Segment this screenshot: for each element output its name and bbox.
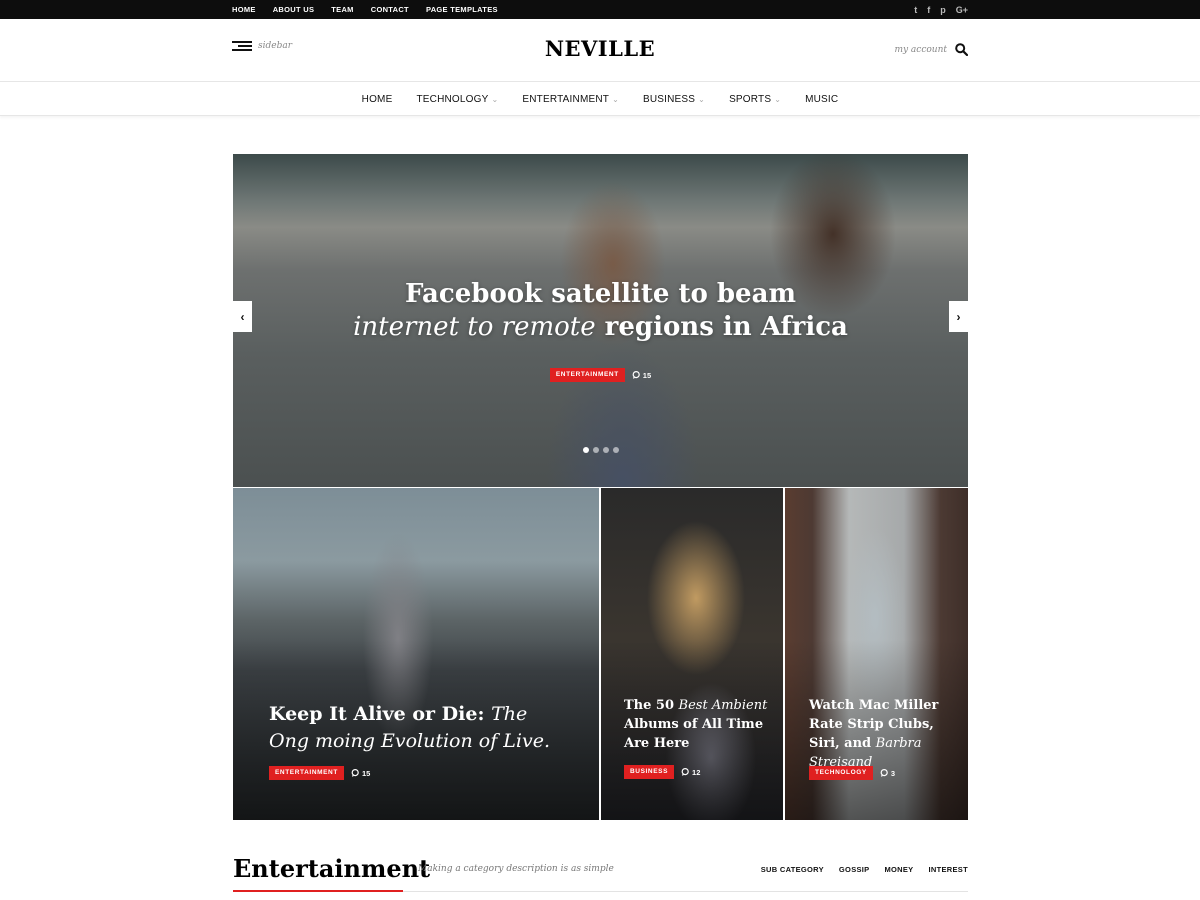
nav-business-label: BUSINESS	[642, 93, 696, 105]
chevron-right-icon: ›	[956, 309, 961, 324]
chevron-down-icon: ⌄	[774, 94, 782, 104]
chevron-down-icon: ⌄	[612, 94, 619, 104]
nav-business[interactable]: BUSINESS ⌄	[643, 94, 705, 105]
card-title[interactable]: The 50 Best Ambient Albums of All Time A…	[624, 696, 774, 753]
hero-title-line1: Facebook satellite to beam	[405, 279, 796, 309]
category-badge[interactable]: ENTERTAINMENT	[269, 766, 344, 780]
top-nav-home[interactable]: HOME	[232, 5, 256, 14]
featured-card[interactable]: The 50 Best Ambient Albums of All Time A…	[601, 488, 783, 820]
twitter-icon[interactable]: t	[914, 5, 917, 15]
nav-technology[interactable]: TECHNOLOGY ⌄	[416, 94, 498, 105]
comment-icon	[351, 769, 359, 777]
nav-technology-label: TECHNOLOGY	[416, 93, 489, 105]
google-plus-icon[interactable]: G+	[956, 5, 968, 15]
facebook-icon[interactable]: f	[927, 5, 930, 15]
featured-card[interactable]: Watch Mac Miller Rate Strip Clubs, Siri,…	[785, 488, 968, 820]
nav-music-label: MUSIC	[805, 93, 839, 105]
top-nav-page-templates[interactable]: PAGE TEMPLATES	[426, 5, 498, 14]
top-nav-contact[interactable]: CONTACT	[371, 5, 409, 14]
hero-title-italic: internet to remote	[353, 312, 596, 342]
category-badge[interactable]: BUSINESS	[624, 765, 675, 779]
subnav-sub-category[interactable]: SUB CATEGORY	[761, 865, 824, 874]
nav-music[interactable]: MUSIC	[805, 94, 838, 105]
nav-entertainment[interactable]: ENTERTAINMENT ⌄	[522, 94, 619, 105]
chevron-down-icon: ⌄	[698, 94, 706, 104]
comment-count[interactable]: 12	[681, 768, 700, 777]
section-subnav: SUB CATEGORY GOSSIP MONEY INTEREST	[746, 865, 968, 874]
card-title[interactable]: Watch Mac Miller Rate Strip Clubs, Siri,…	[809, 696, 959, 772]
nav-home-label: HOME	[361, 93, 393, 105]
card-meta: ENTERTAINMENT 15	[269, 766, 370, 780]
nav-entertainment-label: ENTERTAINMENT	[522, 93, 610, 105]
comment-icon	[632, 371, 640, 379]
top-bar: HOME ABOUT US TEAM CONTACT PAGE TEMPLATE…	[0, 0, 1200, 19]
subnav-money[interactable]: MONEY	[884, 865, 913, 874]
top-nav: HOME ABOUT US TEAM CONTACT PAGE TEMPLATE…	[232, 0, 515, 19]
slider-dot[interactable]	[592, 447, 599, 453]
slider-dots	[233, 447, 968, 453]
comment-icon	[681, 768, 689, 776]
comment-count[interactable]: 15	[351, 769, 370, 778]
card-meta: TECHNOLOGY 3	[809, 766, 895, 780]
top-nav-about-us[interactable]: ABOUT US	[273, 5, 315, 14]
social-links: t f p G+	[904, 0, 968, 19]
chevron-down-icon: ⌄	[491, 94, 499, 104]
section-header: Entertainment Making a category descript…	[233, 852, 968, 892]
comment-count[interactable]: 15	[632, 371, 651, 380]
main-nav: HOME TECHNOLOGY ⌄ ENTERTAINMENT ⌄ BUSINESS…	[0, 82, 1200, 116]
hero-slider[interactable]: Facebook satellite to beam internet to r…	[233, 154, 968, 487]
nav-sports[interactable]: SPORTS ⌄	[729, 94, 781, 105]
my-account-link[interactable]: my account	[894, 45, 947, 55]
category-badge[interactable]: TECHNOLOGY	[809, 766, 873, 780]
featured-card[interactable]: Keep It Alive or Die: The Ong moing Evol…	[233, 488, 599, 820]
category-badge[interactable]: ENTERTAINMENT	[549, 368, 625, 382]
slider-dot[interactable]	[582, 447, 589, 453]
next-slide-button[interactable]: ›	[949, 301, 968, 332]
comment-count[interactable]: 3	[880, 769, 895, 778]
top-nav-team[interactable]: TEAM	[331, 5, 353, 14]
site-header: sidebar NEVILLE my account	[0, 19, 1200, 82]
comment-icon	[880, 769, 888, 777]
slider-dot[interactable]	[602, 447, 609, 453]
hero-title-line2: regions in Africa	[595, 312, 848, 342]
card-title[interactable]: Keep It Alive or Die: The Ong moing Evol…	[269, 701, 569, 755]
section-title-underline	[233, 890, 403, 892]
prev-slide-button[interactable]: ‹	[233, 301, 252, 332]
section-title[interactable]: Entertainment	[233, 852, 430, 885]
slider-dot[interactable]	[612, 447, 619, 453]
nav-sports-label: SPORTS	[729, 93, 772, 105]
site-logo[interactable]: NEVILLE	[0, 36, 1200, 61]
chevron-left-icon: ‹	[240, 309, 245, 324]
subnav-gossip[interactable]: GOSSIP	[839, 865, 870, 874]
search-icon[interactable]	[955, 43, 968, 56]
pinterest-icon[interactable]: p	[940, 5, 946, 15]
nav-home[interactable]: HOME	[362, 94, 393, 105]
subnav-interest[interactable]: INTEREST	[929, 865, 969, 874]
hero-meta: ENTERTAINMENT 15	[233, 368, 968, 382]
comment-count-value: 15	[642, 370, 652, 380]
hero-title[interactable]: Facebook satellite to beam internet to r…	[233, 278, 968, 344]
section-description: Making a category description is as simp…	[418, 864, 614, 874]
card-meta: BUSINESS 12	[624, 765, 700, 779]
